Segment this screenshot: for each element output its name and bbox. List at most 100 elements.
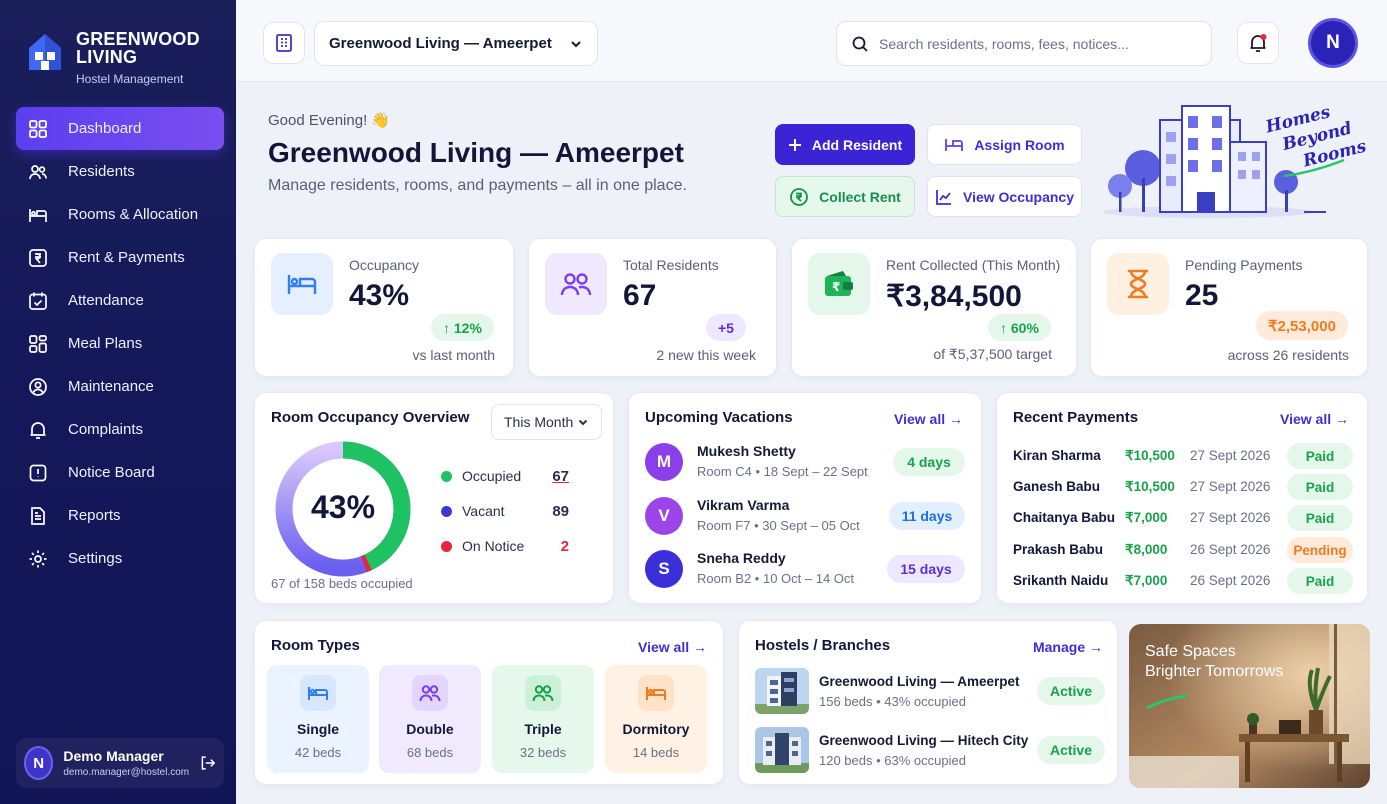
period-selector[interactable]: This Month bbox=[491, 404, 602, 440]
building-button[interactable] bbox=[263, 22, 305, 64]
room-type-icon-box bbox=[300, 675, 336, 711]
brand-title-2: LIVING bbox=[76, 47, 138, 67]
table-row[interactable]: Kiran Sharma ₹10,500 27 Sept 2026 Paid bbox=[1013, 443, 1353, 469]
vacation-row[interactable]: V Vikram Varma Room F7 • 30 Sept – 05 Oc… bbox=[645, 493, 965, 541]
vacations-view-all-link[interactable]: View all → bbox=[894, 411, 963, 427]
card-title: Hostels / Branches bbox=[755, 637, 891, 654]
sidebar-item-notice-board[interactable]: Notice Board bbox=[16, 451, 224, 494]
hostel-row[interactable]: Greenwood Living — Hitech City 120 beds … bbox=[755, 727, 1105, 775]
search-input[interactable]: Search residents, rooms, fees, notices..… bbox=[879, 36, 1129, 52]
notifications-button[interactable] bbox=[1237, 22, 1279, 64]
hostel-name: Greenwood Living — Ameerpet bbox=[819, 674, 1020, 689]
legend-dot bbox=[441, 470, 452, 482]
legend-occupied: Occupied 67 bbox=[441, 468, 581, 485]
vacation-row[interactable]: M Mukesh Shetty Room C4 • 18 Sept – 22 S… bbox=[645, 439, 965, 487]
chevron-down-icon bbox=[578, 419, 588, 426]
view-occupancy-button[interactable]: View Occupancy bbox=[927, 176, 1082, 217]
room-types-view-all-link[interactable]: View all → bbox=[638, 639, 707, 655]
payment-date: 26 Sept 2026 bbox=[1190, 573, 1271, 588]
brand-subtitle: Hostel Management bbox=[76, 72, 184, 86]
status-badge: Paid bbox=[1287, 568, 1353, 594]
legend-value: 2 bbox=[560, 537, 569, 555]
assign-room-button[interactable]: Assign Room bbox=[927, 124, 1082, 165]
room-type-beds: 68 beds bbox=[406, 745, 454, 760]
legend-label: On Notice bbox=[462, 538, 525, 554]
hostel-detail: 120 beds • 63% occupied bbox=[819, 753, 966, 768]
stat-card-occupancy: Occupancy 43% ↑ 12% vs last month bbox=[254, 238, 514, 377]
sidebar-item-label: Rent & Payments bbox=[68, 249, 185, 266]
branch-selector[interactable]: Greenwood Living — Ameerpet bbox=[314, 21, 598, 66]
search-bar[interactable]: Search residents, rooms, fees, notices..… bbox=[836, 21, 1212, 66]
sidebar-item-dashboard[interactable]: Dashboard bbox=[16, 107, 224, 150]
sidebar-item-meal-plans[interactable]: Meal Plans bbox=[16, 322, 224, 365]
promo-line-2: Brighter Tomorrows bbox=[1145, 663, 1284, 680]
table-row[interactable]: Srikanth Naidu ₹7,000 26 Sept 2026 Paid bbox=[1013, 568, 1353, 594]
assign-room-label: Assign Room bbox=[974, 136, 1065, 153]
sidebar-item-settings[interactable]: Settings bbox=[16, 537, 224, 580]
table-row[interactable]: Chaitanya Babu ₹7,000 27 Sept 2026 Paid bbox=[1013, 505, 1353, 531]
table-row[interactable]: Ganesh Babu ₹10,500 27 Sept 2026 Paid bbox=[1013, 474, 1353, 500]
rupee-circle-icon bbox=[790, 187, 809, 206]
profile-avatar[interactable]: N bbox=[1308, 18, 1358, 68]
hourglass-icon bbox=[1128, 269, 1148, 299]
grid-icon bbox=[29, 119, 47, 138]
sidebar-item-residents[interactable]: Residents bbox=[16, 150, 224, 193]
days-badge: 4 days bbox=[893, 448, 965, 476]
logout-icon[interactable] bbox=[199, 753, 216, 773]
sidebar-item-reports[interactable]: Reports bbox=[16, 494, 224, 537]
sidebar-item-rent[interactable]: Rent & Payments bbox=[16, 236, 224, 279]
occupancy-footer: 67 of 158 beds occupied bbox=[271, 576, 413, 591]
view-occupancy-label: View Occupancy bbox=[962, 188, 1074, 205]
hostel-thumbnail bbox=[755, 727, 809, 773]
sidebar-nav: Dashboard Residents Rooms & Allocation R… bbox=[16, 107, 224, 580]
vacation-row[interactable]: S Sneha Reddy Room B2 • 10 Oct – 14 Oct … bbox=[645, 546, 965, 594]
table-row[interactable]: Prakash Babu ₹8,000 26 Sept 2026 Pending bbox=[1013, 537, 1353, 563]
collect-rent-label: Collect Rent bbox=[819, 188, 901, 205]
sidebar-item-label: Notice Board bbox=[68, 464, 155, 481]
promo-text: Safe Spaces Brighter Tomorrows bbox=[1145, 642, 1283, 682]
status-badge: Paid bbox=[1287, 474, 1353, 500]
payments-view-all-link[interactable]: View all → bbox=[1280, 411, 1349, 427]
stat-card-residents: Total Residents 67 +5 2 new this week bbox=[528, 238, 777, 377]
report-icon bbox=[31, 506, 45, 525]
donut-center-value: 43% bbox=[310, 489, 376, 525]
user-email: demo.manager@hostel.com bbox=[63, 767, 190, 778]
hostel-name: Greenwood Living — Hitech City bbox=[819, 733, 1029, 748]
sidebar-item-attendance[interactable]: Attendance bbox=[16, 279, 224, 322]
bell-icon bbox=[1250, 34, 1267, 52]
stat-change-badge: +5 bbox=[706, 314, 746, 341]
payer-name: Ganesh Babu bbox=[1013, 479, 1101, 494]
sidebar-item-maintenance[interactable]: Maintenance bbox=[16, 365, 224, 408]
add-resident-button[interactable]: Add Resident bbox=[775, 124, 915, 165]
pending-amount-badge: ₹2,53,000 bbox=[1256, 311, 1348, 340]
room-type-triple[interactable]: Triple 32 beds bbox=[492, 665, 594, 773]
room-type-dormitory[interactable]: Dormitory 14 beds bbox=[605, 665, 707, 773]
sidebar-item-label: Residents bbox=[68, 163, 135, 180]
calendar-check-icon bbox=[29, 292, 47, 310]
sidebar-item-label: Meal Plans bbox=[68, 335, 143, 352]
resident-name: Sneha Reddy bbox=[697, 550, 786, 566]
room-type-single[interactable]: Single 42 beds bbox=[267, 665, 369, 773]
room-type-double[interactable]: Double 68 beds bbox=[379, 665, 481, 773]
resident-name: Vikram Varma bbox=[697, 497, 790, 513]
sidebar-item-complaints[interactable]: Complaints bbox=[16, 408, 224, 451]
hostels-manage-link[interactable]: Manage → bbox=[1033, 639, 1103, 655]
legend-vacant: Vacant 89 bbox=[441, 503, 581, 520]
stat-card-rent: ₹ Rent Collected (This Month) ₹3,84,500 … bbox=[791, 238, 1077, 377]
payment-amount: ₹7,000 bbox=[1125, 573, 1168, 588]
sidebar-item-rooms[interactable]: Rooms & Allocation bbox=[16, 193, 224, 236]
stat-value: 43% bbox=[349, 279, 410, 312]
payment-amount: ₹10,500 bbox=[1125, 448, 1175, 463]
plus-icon bbox=[788, 138, 801, 151]
collect-rent-button[interactable]: Collect Rent bbox=[775, 176, 915, 217]
hostel-row[interactable]: Greenwood Living — Ameerpet 156 beds • 4… bbox=[755, 668, 1105, 716]
users-icon bbox=[560, 273, 592, 296]
bed-icon bbox=[945, 138, 964, 151]
card-title: Room Types bbox=[271, 637, 360, 654]
status-badge: Paid bbox=[1287, 505, 1353, 531]
vacations-card: Upcoming Vacations View all → M Mukesh S… bbox=[628, 392, 982, 604]
users-icon bbox=[532, 685, 554, 702]
user-card[interactable]: N Demo Manager demo.manager@hostel.com bbox=[16, 738, 224, 788]
greeting-hello: Good Evening! 👋 bbox=[268, 112, 391, 129]
payment-date: 27 Sept 2026 bbox=[1190, 479, 1271, 494]
